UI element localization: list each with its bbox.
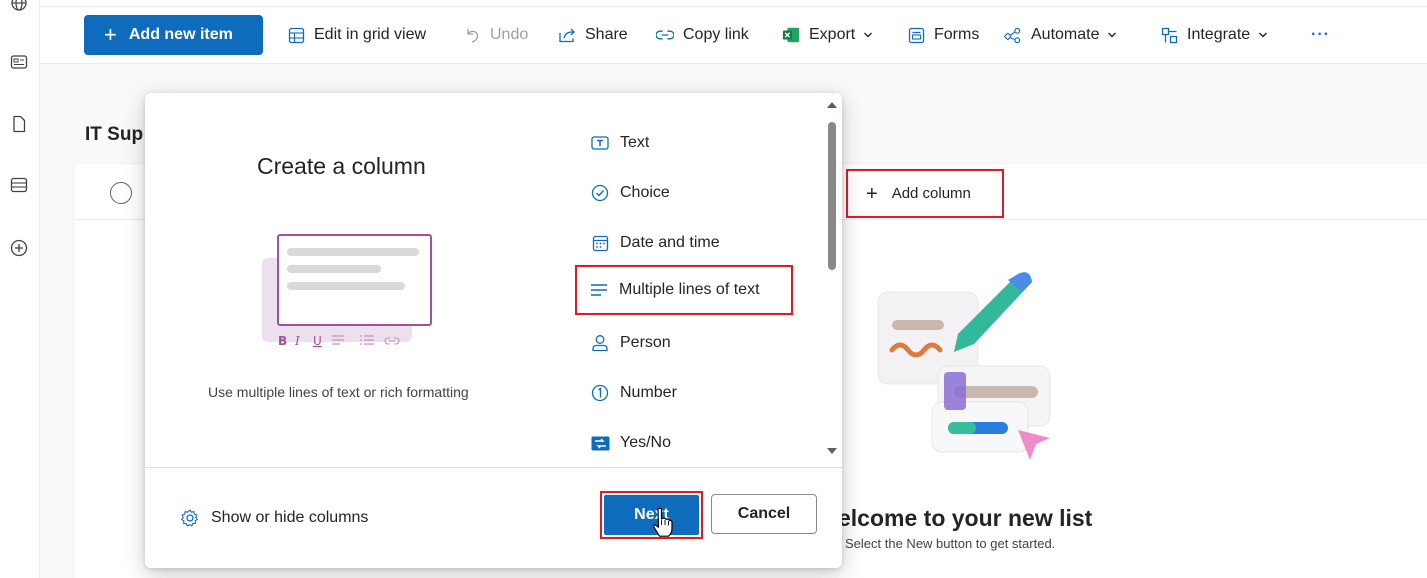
toggle-icon: [590, 433, 610, 453]
calendar-icon: [590, 233, 610, 253]
forms-button[interactable]: Forms: [907, 24, 979, 46]
dialog-title: Create a column: [257, 153, 426, 179]
column-type-person[interactable]: Person: [575, 318, 795, 368]
share-label: Share: [585, 26, 628, 43]
excel-icon: [782, 26, 800, 44]
gear-icon: [180, 508, 200, 528]
share-icon: [558, 26, 576, 44]
add-new-item-button[interactable]: + Add new item: [84, 15, 263, 55]
column-type-multiple-lines[interactable]: Multiple lines of text: [575, 265, 793, 315]
hand-cursor-icon: [651, 507, 675, 539]
add-circle-icon[interactable]: [8, 237, 30, 259]
copy-link-label: Copy link: [683, 26, 749, 43]
globe-icon[interactable]: [8, 0, 30, 14]
integrate-icon: [1160, 26, 1178, 44]
dialog-footer-divider: [145, 467, 842, 468]
column-type-label: Number: [620, 384, 677, 401]
chevron-down-icon: [863, 30, 873, 40]
top-divider: [40, 6, 1427, 7]
flow-icon: [1004, 26, 1022, 44]
scroll-down-arrow-icon[interactable]: [827, 448, 837, 454]
edit-grid-label: Edit in grid view: [314, 26, 427, 43]
integrate-label: Integrate: [1187, 26, 1251, 43]
column-type-date-time[interactable]: Date and time: [575, 218, 795, 268]
column-type-number[interactable]: Number: [575, 368, 795, 418]
edit-grid-button[interactable]: Edit in grid view: [287, 24, 426, 46]
plus-icon: +: [104, 22, 117, 47]
select-all-checkbox[interactable]: [110, 182, 132, 204]
column-type-label: Choice: [620, 184, 670, 201]
scrollbar-thumb[interactable]: [828, 122, 836, 270]
add-column-label: Add column: [891, 185, 971, 202]
link-icon: [656, 26, 674, 44]
circle-check-icon: [590, 183, 610, 203]
add-new-item-label: Add new item: [128, 26, 233, 43]
column-type-choice[interactable]: Choice: [575, 168, 795, 218]
column-type-list: Text Choice Date and time Multiple lines…: [575, 118, 825, 468]
number-circle-icon: [590, 383, 610, 403]
column-type-label: Person: [620, 334, 671, 351]
automate-button[interactable]: Automate: [1004, 24, 1117, 46]
grid-icon: [287, 26, 305, 44]
welcome-illustration: [870, 262, 1060, 472]
chevron-down-icon: [1107, 30, 1117, 40]
chevron-down-icon: [1258, 30, 1268, 40]
person-icon: [590, 333, 610, 353]
show-hide-columns-label: Show or hide columns: [211, 509, 369, 526]
show-hide-columns-link[interactable]: Show or hide columns: [180, 508, 368, 528]
scroll-up-arrow-icon[interactable]: [827, 102, 837, 108]
share-button[interactable]: Share: [558, 24, 628, 46]
welcome-title: elcome to your new list: [838, 505, 1093, 531]
column-type-label: Multiple lines of text: [619, 281, 760, 298]
copy-link-button[interactable]: Copy link: [656, 24, 749, 46]
left-rail: [0, 0, 40, 578]
svg-text:B: B: [278, 334, 287, 348]
forms-icon: [907, 26, 925, 44]
column-list-scrollbar[interactable]: [824, 100, 840, 460]
column-type-label: Yes/No: [620, 434, 671, 451]
column-type-label: Date and time: [620, 234, 720, 251]
document-icon[interactable]: [8, 113, 30, 135]
cancel-button[interactable]: Cancel: [711, 494, 817, 534]
lines-icon: [589, 280, 609, 300]
export-label: Export: [809, 26, 856, 43]
export-button[interactable]: Export: [782, 24, 873, 46]
text-box-icon: [590, 133, 610, 153]
column-type-yes-no[interactable]: Yes/No: [575, 418, 795, 468]
welcome-subtitle: Select the New button to get started.: [845, 536, 1056, 551]
column-type-text[interactable]: Text: [575, 118, 795, 168]
dialog-description: Use multiple lines of text or rich forma…: [208, 384, 469, 400]
add-column-button[interactable]: + Add column: [846, 169, 1004, 218]
svg-text:U: U: [313, 334, 322, 348]
undo-button[interactable]: Undo: [463, 24, 528, 46]
svg-text:I: I: [294, 334, 300, 348]
more-options-button[interactable]: ···: [1311, 24, 1330, 46]
forms-label: Forms: [934, 26, 980, 43]
integrate-button[interactable]: Integrate: [1160, 24, 1268, 46]
news-icon[interactable]: [8, 51, 30, 73]
undo-label: Undo: [490, 26, 529, 43]
list-title: IT Sup: [85, 124, 144, 145]
automate-label: Automate: [1031, 26, 1100, 43]
undo-icon: [463, 26, 481, 44]
column-type-label: Text: [620, 134, 650, 151]
list-icon[interactable]: [8, 174, 30, 196]
plus-icon: +: [866, 182, 878, 205]
multiline-text-illustration: B I U: [262, 232, 436, 350]
